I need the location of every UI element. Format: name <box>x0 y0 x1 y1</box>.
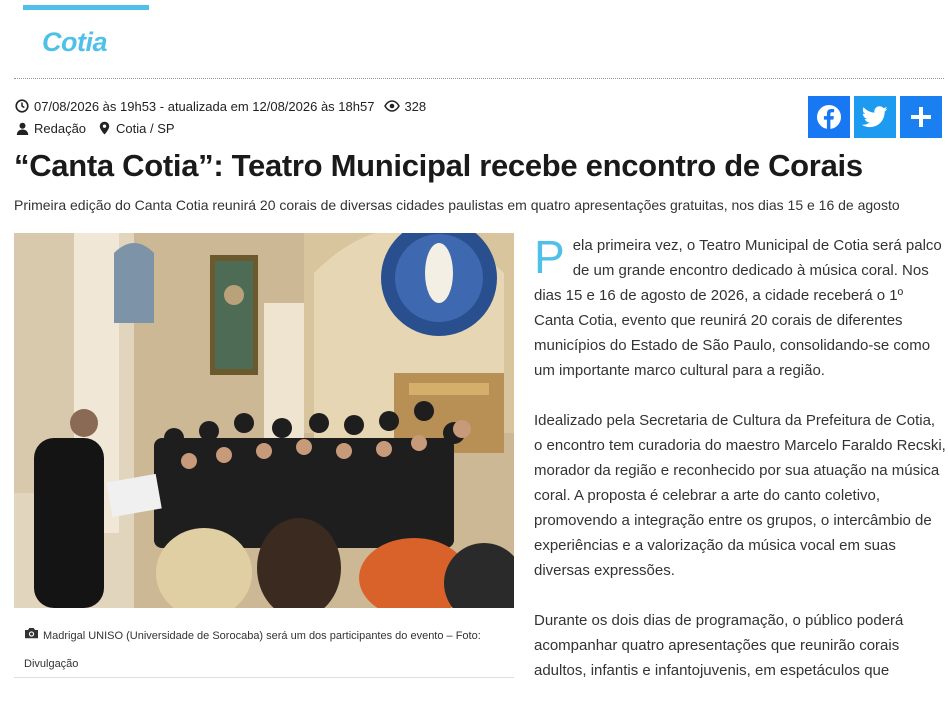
map-marker-icon <box>96 120 112 136</box>
dropcap-letter: P <box>534 231 565 283</box>
share-more-button[interactable] <box>900 96 942 138</box>
clock-icon <box>14 98 30 114</box>
choir-photo-illustration <box>14 233 514 608</box>
photo-caption-text: Madrigal UNISO (Universidade de Sorocaba… <box>24 630 481 671</box>
article-subtitle: Primeira edição do Canta Cotia reunirá 2… <box>14 197 900 213</box>
share-facebook-button[interactable] <box>808 96 850 138</box>
section-link-cotia[interactable]: Cotia <box>42 27 108 58</box>
publish-date: 07/08/2026 às 19h53 - atualizada em 12/0… <box>34 98 375 114</box>
user-icon <box>14 120 30 136</box>
eye-icon <box>384 98 401 114</box>
caption-divider <box>14 677 514 678</box>
plus-icon <box>911 107 931 127</box>
article-meta-dates: 07/08/2026 às 19h53 - atualizada em 12/0… <box>14 98 426 114</box>
article-location[interactable]: Cotia / SP <box>116 121 175 136</box>
section-divider <box>14 78 944 79</box>
share-twitter-button[interactable] <box>854 96 896 138</box>
article-paragraph-3: Durante os dois dias de programação, o p… <box>534 612 904 679</box>
author-name[interactable]: Redação <box>34 121 86 136</box>
view-count: 328 <box>404 98 427 114</box>
article-body: Pela primeira vez, o Teatro Municipal de… <box>534 233 946 708</box>
share-buttons <box>808 96 942 138</box>
paragraph-1-text: ela primeira vez, o Teatro Municipal de … <box>534 237 942 379</box>
photo-caption: Madrigal UNISO (Universidade de Sorocaba… <box>24 622 504 678</box>
article-photo[interactable] <box>14 233 514 608</box>
facebook-icon <box>817 105 841 129</box>
twitter-icon <box>862 106 888 128</box>
article-paragraph-2: Idealizado pela Secretaria de Cultura da… <box>534 412 946 579</box>
section-accent-bar <box>23 5 149 10</box>
article-paragraph-1: Pela primeira vez, o Teatro Municipal de… <box>534 233 946 383</box>
article-meta-author: Redação Cotia / SP <box>14 120 175 136</box>
article-headline: “Canta Cotia”: Teatro Municipal recebe e… <box>14 148 863 183</box>
camera-icon <box>24 622 39 650</box>
